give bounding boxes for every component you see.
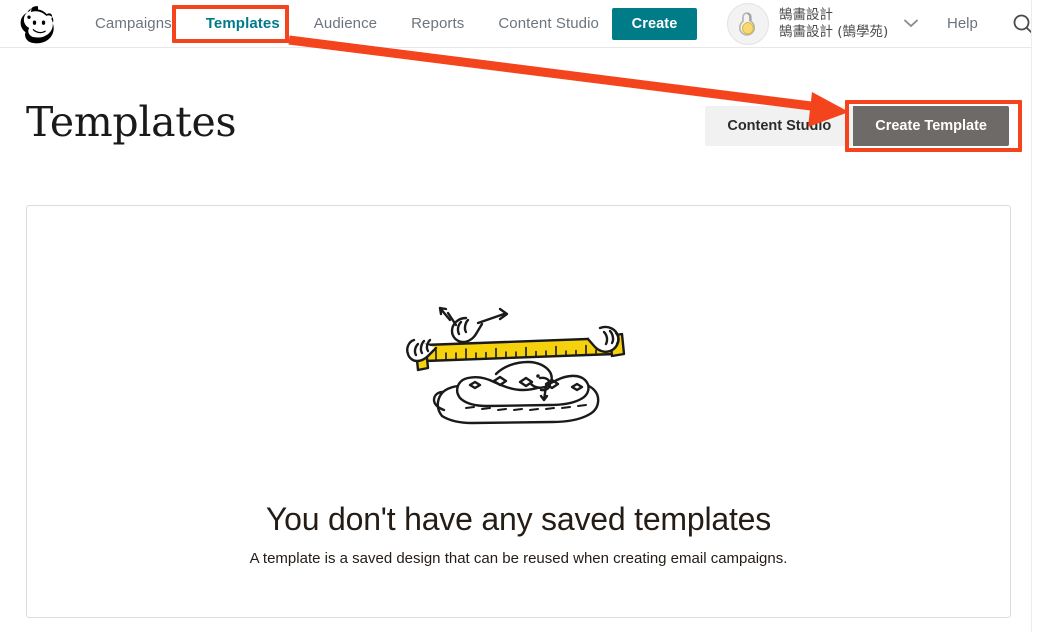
nav-item-audience[interactable]: Audience xyxy=(297,0,394,47)
account-names: 鵠畵設計 鵠畵設計 (鵠學苑) xyxy=(779,7,888,41)
annotation-box-create-template xyxy=(845,100,1022,152)
annotation-box-templates-tab xyxy=(172,5,289,43)
app-root: Campaigns Templates Audience Reports Con… xyxy=(0,0,1039,632)
content-studio-button[interactable]: Content Studio xyxy=(705,106,854,146)
empty-state-title: You don't have any saved templates xyxy=(265,501,772,537)
avatar xyxy=(727,3,769,45)
help-link[interactable]: Help xyxy=(947,0,978,47)
page-scrollbar[interactable] xyxy=(1031,0,1039,632)
chevron-down-icon[interactable] xyxy=(904,18,919,30)
mailchimp-freddie-logo[interactable] xyxy=(18,4,60,44)
snake-measuring-tape-illustration xyxy=(404,288,634,433)
nav-item-content-studio[interactable]: Content Studio xyxy=(481,0,616,47)
account-name: 鵠畵設計 xyxy=(779,7,833,23)
empty-state-subtitle: A template is a saved design that can be… xyxy=(249,550,788,567)
create-button[interactable]: Create xyxy=(612,8,697,40)
account-org: 鵠畵設計 (鵠學苑) xyxy=(779,24,889,40)
page-title: Templates xyxy=(26,98,237,146)
account-switcher[interactable]: 鵠畵設計 鵠畵設計 (鵠學苑) xyxy=(727,3,919,45)
top-navigation-bar: Campaigns Templates Audience Reports Con… xyxy=(0,0,1034,48)
templates-empty-card: You don't have any saved templates A tem… xyxy=(26,205,1011,618)
main-nav: Campaigns Templates Audience Reports Con… xyxy=(78,0,616,47)
nav-item-reports[interactable]: Reports xyxy=(394,0,481,47)
empty-state: You don't have any saved templates A tem… xyxy=(27,288,1010,567)
